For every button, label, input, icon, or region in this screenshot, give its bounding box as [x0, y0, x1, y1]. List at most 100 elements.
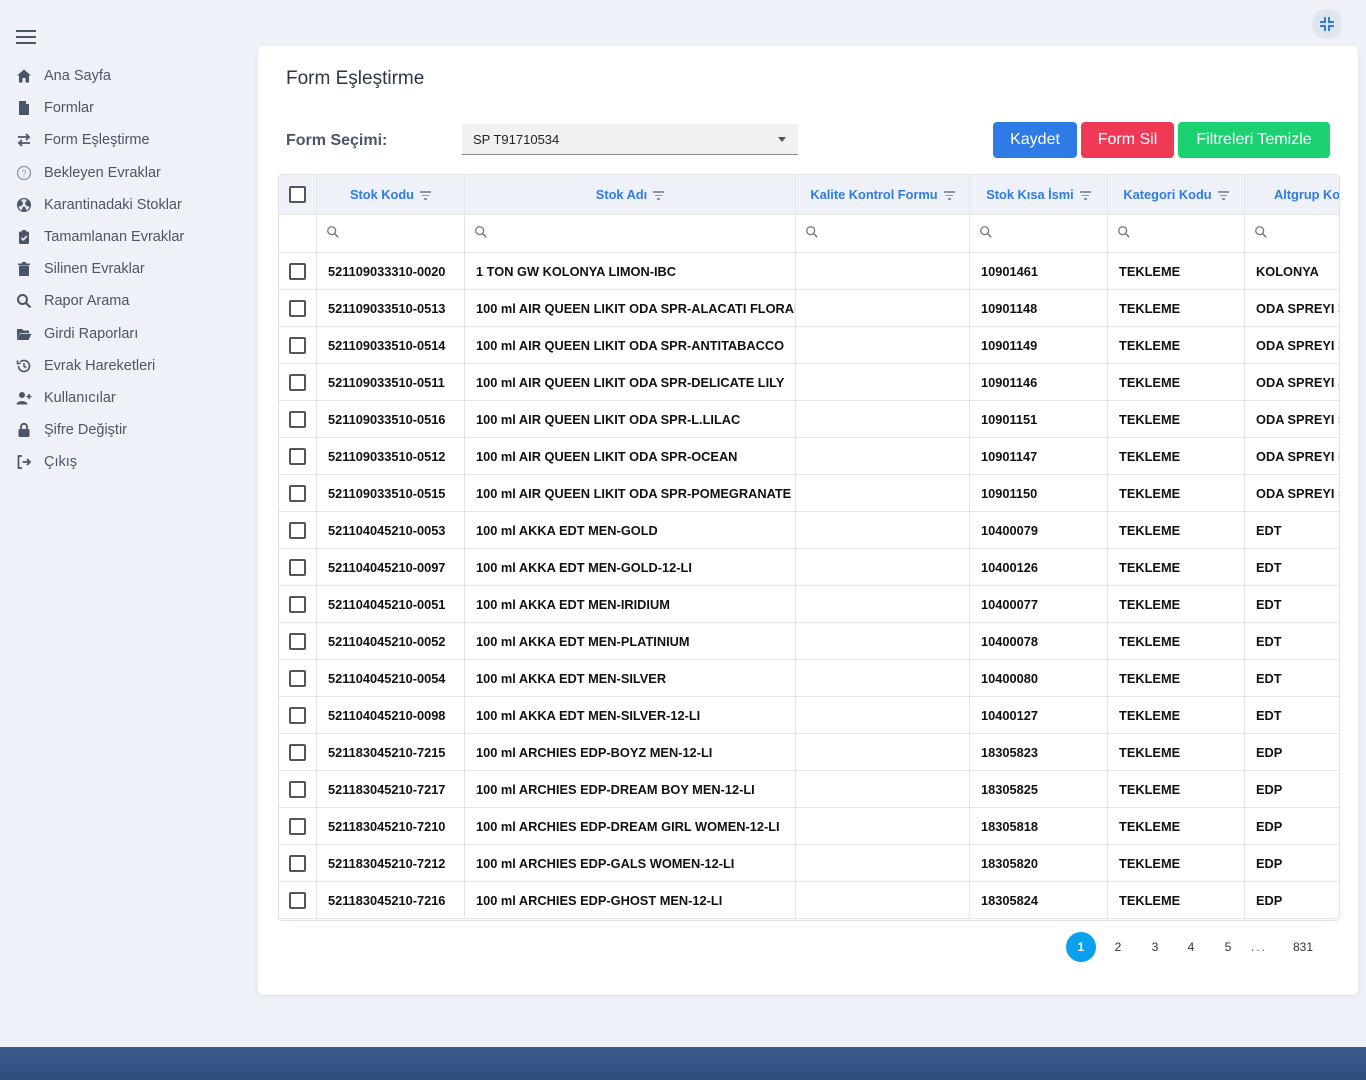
column-header[interactable]: Stok Kısa İsmi — [970, 175, 1108, 214]
sidebar-item-home[interactable]: Ana Sayfa — [0, 60, 250, 92]
table-row[interactable]: 521104045210-0053 100 ml AKKA EDT MEN-GOL… — [279, 512, 1339, 549]
clear-filters-button[interactable]: Filtreleri Temizle — [1178, 122, 1330, 158]
row-checkbox[interactable] — [289, 743, 306, 761]
column-filter-input[interactable] — [796, 215, 970, 252]
table-row[interactable]: 521183045210-7217 100 ml ARCHIES EDP-DREA… — [279, 771, 1339, 808]
menu-toggle-icon[interactable] — [16, 30, 36, 44]
table-cell: ODA SPREYI S — [1256, 300, 1340, 316]
select-all-checkbox[interactable] — [289, 186, 306, 203]
table-row[interactable]: 521104045210-0097 100 ml AKKA EDT MEN-GOL… — [279, 549, 1339, 586]
filter-menu-icon[interactable] — [943, 189, 955, 200]
table-row[interactable]: 521109033310-0020 1 TON GW KOLONYA LIMON-… — [279, 253, 1339, 290]
table-row[interactable]: 521109033510-0514 100 ml AIR QUEEN LIKIT … — [279, 327, 1339, 364]
page-button-3[interactable]: 3 — [1140, 932, 1170, 962]
table-cell: 100 ml AIR QUEEN LIKIT ODA SPR-ANTITABAC… — [465, 327, 796, 363]
page-button-5[interactable]: 5 — [1213, 932, 1243, 962]
sidebar-item-history[interactable]: Evrak Hareketleri — [0, 350, 250, 382]
table-row[interactable]: 521183045210-7212 100 ml ARCHIES EDP-GALS… — [279, 845, 1339, 882]
sidebar-item-search[interactable]: Rapor Arama — [0, 285, 250, 317]
filter-menu-icon[interactable] — [419, 189, 431, 200]
column-filter-input[interactable] — [465, 215, 796, 252]
table-cell: 100 ml AIR QUEEN LIKIT ODA SPR-ALACATI F… — [465, 290, 796, 326]
table-row[interactable]: 521183045210-7216 100 ml ARCHIES EDP-GHOS… — [279, 882, 1339, 919]
row-checkbox[interactable] — [289, 521, 306, 539]
sidebar-item-radiation[interactable]: Karantinadaki Stoklar — [0, 189, 250, 221]
row-checkbox[interactable] — [289, 410, 306, 428]
table-row[interactable]: 521104045210-0098 100 ml AKKA EDT MEN-SIL… — [279, 697, 1339, 734]
form-select[interactable]: SP T91710534 — [462, 124, 798, 155]
row-checkbox[interactable] — [289, 299, 306, 317]
table-cell: TEKLEME — [1108, 660, 1245, 696]
row-checkbox[interactable] — [289, 447, 306, 465]
filter-menu-icon[interactable] — [653, 189, 665, 200]
column-header[interactable]: Stok Kodu — [317, 175, 465, 214]
row-checkbox[interactable] — [289, 558, 306, 576]
table-row[interactable]: 521109033510-0515 100 ml AIR QUEEN LIKIT … — [279, 475, 1339, 512]
sidebar-item-clipboard-check[interactable]: Tamamlanan Evraklar — [0, 221, 250, 253]
table-cell: 10400077 — [970, 586, 1108, 622]
table-cell: EDT — [1256, 707, 1282, 723]
sidebar-item-label: Silinen Evraklar — [44, 261, 145, 278]
column-filter-input[interactable] — [970, 215, 1108, 252]
table-cell: TEKLEME — [1108, 882, 1245, 918]
table-cell: 18305824 — [970, 882, 1108, 918]
row-checkbox[interactable] — [289, 669, 306, 687]
row-select-cell — [279, 364, 317, 400]
row-checkbox[interactable] — [289, 780, 306, 798]
table-row[interactable]: 521104045210-0054 100 ml AKKA EDT MEN-SIL… — [279, 660, 1339, 697]
row-checkbox[interactable] — [289, 854, 306, 872]
sidebar-item-label: Formlar — [44, 100, 94, 117]
delete-form-button[interactable]: Form Sil — [1081, 122, 1174, 158]
filter-menu-icon[interactable] — [1079, 189, 1091, 200]
table-row[interactable]: 521183045210-7215 100 ml ARCHIES EDP-BOYZ… — [279, 734, 1339, 771]
table-row[interactable]: 521109033510-0512 100 ml AIR QUEEN LIKIT … — [279, 438, 1339, 475]
sidebar-item-lock[interactable]: Şifre Değiştir — [0, 414, 250, 446]
column-filter-input[interactable] — [1108, 215, 1245, 252]
page-button-4[interactable]: 4 — [1176, 932, 1206, 962]
row-select-cell — [279, 290, 317, 326]
table-cell: 100 ml AKKA EDT MEN-PLATINIUM — [465, 623, 796, 659]
row-checkbox[interactable] — [289, 373, 306, 391]
collapse-icon[interactable] — [1312, 9, 1342, 39]
row-checkbox[interactable] — [289, 336, 306, 354]
row-checkbox[interactable] — [289, 817, 306, 835]
table-row[interactable]: 521109033510-0516 100 ml AIR QUEEN LIKIT … — [279, 401, 1339, 438]
table-row[interactable]: 521183045210-7210 100 ml ARCHIES EDP-DREA… — [279, 808, 1339, 845]
file-icon — [16, 100, 32, 116]
column-header[interactable]: Altgrup Ko — [1245, 175, 1339, 214]
sidebar-item-sign-out[interactable]: Çıkış — [0, 446, 250, 478]
table-row[interactable]: 521104045210-0051 100 ml AKKA EDT MEN-IRI… — [279, 586, 1339, 623]
table-cell: 100 ml ARCHIES EDP-GHOST MEN-12-LI — [465, 882, 796, 918]
table-cell: 18305825 — [970, 771, 1108, 807]
table-row[interactable]: 521109033510-0513 100 ml AIR QUEEN LIKIT … — [279, 290, 1340, 327]
page-button-1[interactable]: 1 — [1066, 932, 1096, 962]
column-header[interactable]: Kategori Kodu — [1108, 175, 1245, 214]
sidebar-item-trash[interactable]: Silinen Evraklar — [0, 253, 250, 285]
column-header[interactable]: Stok Adı — [465, 175, 796, 214]
row-checkbox[interactable] — [289, 706, 306, 724]
row-checkbox[interactable] — [289, 595, 306, 613]
table-row[interactable]: 521109033510-0511 100 ml AIR QUEEN LIKIT … — [279, 364, 1339, 401]
column-filter-input[interactable] — [1245, 215, 1339, 252]
page-button-2[interactable]: 2 — [1103, 932, 1133, 962]
column-header[interactable]: Kalite Kontrol Formu — [796, 175, 970, 214]
column-filter-input[interactable] — [317, 215, 465, 252]
table-row[interactable]: 521104045210-0052 100 ml AKKA EDT MEN-PLA… — [279, 623, 1339, 660]
row-checkbox[interactable] — [289, 891, 306, 909]
select-all-cell — [279, 175, 317, 214]
sidebar-item-question-circle[interactable]: ? Bekleyen Evraklar — [0, 157, 250, 189]
sidebar-item-folder-open[interactable]: Girdi Raporları — [0, 318, 250, 350]
table-cell — [796, 401, 970, 437]
column-header-label: Kalite Kontrol Formu — [810, 187, 938, 202]
save-button[interactable]: Kaydet — [993, 122, 1077, 158]
sidebar-item-user-plus[interactable]: Kullanıcılar — [0, 382, 250, 414]
row-select-cell — [279, 512, 317, 548]
clipboard-check-icon — [16, 229, 32, 245]
page-button-last[interactable]: 831 — [1288, 932, 1318, 962]
sidebar-item-exchange[interactable]: Form Eşleştirme — [0, 124, 250, 156]
filter-menu-icon[interactable] — [1217, 189, 1229, 200]
row-checkbox[interactable] — [289, 632, 306, 650]
row-checkbox[interactable] — [289, 262, 306, 280]
row-checkbox[interactable] — [289, 484, 306, 502]
sidebar-item-file[interactable]: Formlar — [0, 92, 250, 124]
